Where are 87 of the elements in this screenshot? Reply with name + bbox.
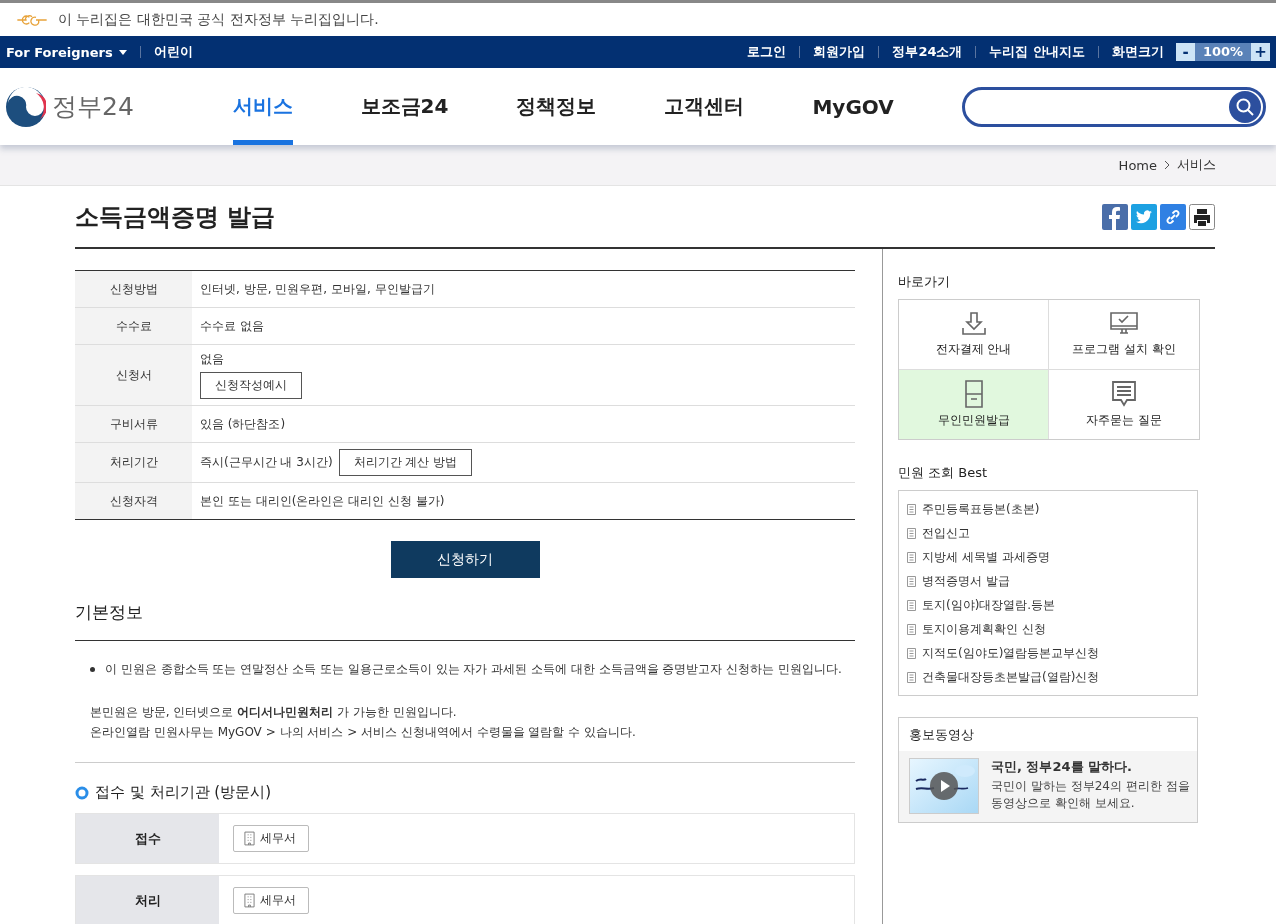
document-icon (907, 575, 916, 587)
document-icon (907, 503, 916, 515)
nav-tab[interactable]: 보조금24 (360, 68, 449, 145)
info-value: 수수료 없음 (200, 317, 264, 335)
sidebar-heading: 바로가기 (898, 273, 951, 291)
breadcrumb-link[interactable]: 서비스 (1177, 156, 1216, 174)
logo-text[interactable]: 정부24 (52, 90, 134, 123)
notice-text: 이 누리집은 대한민국 공식 전자정부 누리집입니다. (58, 10, 379, 29)
top-link[interactable]: 정부24소개 (892, 43, 963, 61)
best-link[interactable]: 토지이용계획확인 신청 (922, 620, 1046, 638)
top-link[interactable]: 회원가입 (813, 43, 866, 61)
top-link[interactable]: 어린이 (153, 43, 193, 61)
shortcut-tile[interactable]: 무인민원발급 (899, 370, 1049, 439)
top-link[interactable]: 누리집 안내지도 (989, 43, 1085, 61)
shortcut-tile[interactable]: 자주묻는 질문 (1049, 370, 1199, 439)
nav-tab[interactable]: MyGOV (812, 68, 894, 145)
best-link[interactable]: 토지(임야)대장열람.등본 (922, 596, 1056, 614)
video-description: 동영상으로 확인해 보세요. (991, 795, 1136, 812)
search-icon (1235, 96, 1255, 117)
top-link[interactable]: For Foreigners (6, 44, 127, 60)
info-label: 구비서류 (75, 406, 192, 442)
building-icon (244, 831, 255, 846)
office-label: 처리 (76, 876, 219, 924)
twitter-icon[interactable] (1131, 203, 1157, 230)
best-link[interactable]: 주민등록표등본(초본) (922, 500, 1040, 518)
breadcrumb-link[interactable]: Home (1118, 157, 1157, 173)
best-link[interactable]: 지적도(임야도)열람등본교부신청 (922, 644, 1100, 662)
note-text: 온라인열람 민원사무는 MyGOV > 나의 서비스 > 서비스 신청내역에서 수령물을 열람할 수 있습니다. (90, 724, 637, 741)
best-link[interactable]: 지방세 세목별 과세증명 (922, 548, 1050, 566)
example-button[interactable]: 신청작성예시 (200, 372, 302, 399)
top-link[interactable]: 로그인 (747, 43, 787, 61)
zoom-label: 화면크기 (1112, 43, 1164, 61)
apply-button[interactable]: 신청하기 (390, 541, 540, 578)
chevron-icon (1164, 160, 1170, 170)
page-title: 소득금액증명 발급 (75, 201, 276, 233)
play-icon[interactable] (930, 772, 958, 800)
monitor-icon (1110, 311, 1138, 337)
video-heading: 홍보동영상 (899, 718, 1197, 751)
info-value: 본인 또는 대리인(온라인은 대리인 신청 불가) (200, 492, 445, 510)
video-title[interactable]: 국민, 정부24를 말하다. (991, 758, 1190, 776)
info-label: 신청서 (75, 345, 192, 405)
best-link[interactable]: 전입신고 (922, 524, 970, 542)
ring-icon (75, 785, 89, 800)
shortcut-tile[interactable]: 프로그램 설치 확인 (1049, 300, 1199, 370)
office-button[interactable]: 세무서 (233, 887, 309, 914)
speech-bubble-icon (1111, 380, 1137, 408)
best-link[interactable]: 병적증명서 발급 (922, 572, 1010, 590)
print-icon[interactable] (1189, 203, 1215, 230)
section-heading: 기본정보 (75, 601, 855, 641)
document-icon (907, 671, 916, 683)
best-link[interactable]: 건축물대장등초본발급(열람)신청 (922, 668, 1100, 686)
caret-icon (118, 49, 127, 55)
search-button[interactable] (1229, 90, 1261, 123)
search-field[interactable] (961, 86, 1266, 127)
document-icon (907, 527, 916, 539)
kiosk-icon (963, 380, 984, 408)
facebook-icon[interactable] (1102, 203, 1128, 230)
eg-logo-icon (16, 13, 48, 26)
zoom-out-button[interactable]: - (1176, 43, 1195, 61)
info-value: 즉시(근무시간 내 3시간) (200, 454, 333, 471)
sidebar-heading: 민원 조회 Best (898, 464, 989, 482)
document-icon (907, 551, 916, 563)
method-button[interactable]: 처리기간 계산 방법 (338, 449, 473, 476)
office-button[interactable]: 세무서 (233, 825, 309, 852)
info-label: 처리기간 (75, 443, 192, 482)
description-text: 이 민원은 종합소득 또는 연말정산 소득 또는 일용근로소득이 있는 자가 과세된 소득에 대한 소득금액을 증명받고자 신청하는 민원입니다. (105, 661, 842, 678)
office-label: 접수 (76, 814, 219, 863)
info-label: 수수료 (75, 308, 192, 344)
nav-tab[interactable]: 정책정보 (516, 68, 597, 145)
info-value: 인터넷, 방문, 민원우편, 모바일, 무인발급기 (200, 280, 435, 298)
taegeuk-logo-icon (6, 86, 46, 127)
document-icon (907, 599, 916, 611)
subsection-heading: 접수 및 처리기관 (방문시) (95, 783, 271, 802)
info-value: 있음 (하단참조) (200, 415, 286, 433)
download-icon (960, 311, 987, 337)
info-label: 신청자격 (75, 483, 192, 519)
video-description: 국민이 말하는 정부24의 편리한 점을 (991, 778, 1190, 795)
note-text: 본민원은 방문, 인터넷으로 어디서나민원처리 가 가능한 민원입니다. (90, 704, 458, 721)
info-value: 없음 (200, 351, 224, 368)
info-label: 신청방법 (75, 271, 192, 307)
link-icon[interactable] (1160, 203, 1186, 230)
zoom-in-button[interactable]: + (1251, 43, 1270, 61)
zoom-value: 100% (1195, 43, 1251, 61)
building-icon (244, 893, 255, 908)
document-icon (907, 647, 916, 659)
document-icon (907, 623, 916, 635)
nav-tab[interactable]: 고객센터 (664, 68, 745, 145)
